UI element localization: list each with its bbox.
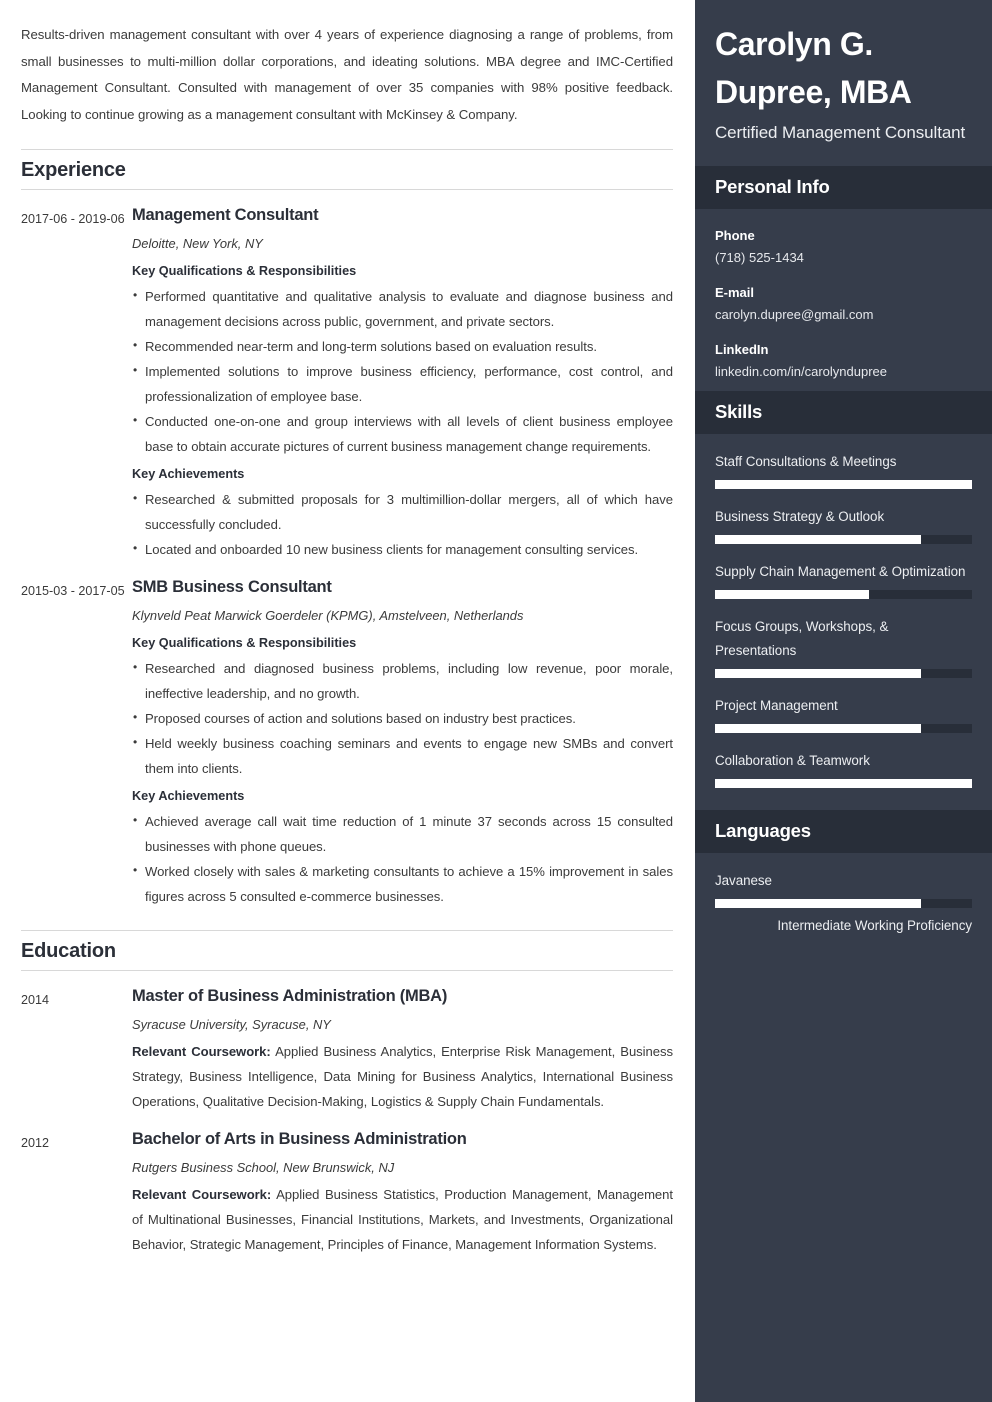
skill-label: Collaboration & Teamwork xyxy=(715,753,870,768)
school-name: Syracuse University, Syracuse, NY xyxy=(132,1017,331,1032)
skill-label: Staff Consultations & Meetings xyxy=(715,454,897,469)
sidebar-heading-skills: Skills xyxy=(695,391,992,434)
coursework-paragraph: Relevant Coursework: Applied Business St… xyxy=(132,1182,673,1257)
personal-info-body: Phone (718) 525-1434 E-mail carolyn.dupr… xyxy=(695,209,992,391)
skill-item: Supply Chain Management & Optimization xyxy=(715,560,972,599)
skill-bar-track xyxy=(715,779,972,788)
info-value-phone[interactable]: (718) 525-1434 xyxy=(715,247,972,269)
skill-label: Project Management xyxy=(715,698,838,713)
degree-title: Master of Business Administration (MBA) xyxy=(132,987,448,1005)
list-item: Held weekly business coaching seminars a… xyxy=(132,730,673,781)
skill-bar-track xyxy=(715,669,972,678)
coursework-label: Relevant Coursework: xyxy=(132,1044,271,1059)
coursework-paragraph: Relevant Coursework: Applied Business An… xyxy=(132,1039,673,1114)
qualifications-list: Performed quantitative and qualitative a… xyxy=(132,283,673,459)
skill-bar-fill xyxy=(715,590,870,599)
info-value-linkedin[interactable]: linkedin.com/in/carolyndupree xyxy=(715,361,972,383)
list-item: Worked closely with sales & marketing co… xyxy=(132,858,673,909)
achievements-list: Researched & submitted proposals for 3 m… xyxy=(132,486,673,562)
skill-bar-track xyxy=(715,590,972,599)
resume-page: Results-driven management consultant wit… xyxy=(0,0,992,1402)
experience-section: Experience 2017-06 - 2019-06 Management … xyxy=(21,149,673,909)
list-item: Performed quantitative and qualitative a… xyxy=(132,283,673,334)
list-item: Proposed courses of action and solutions… xyxy=(132,705,673,731)
degree-title: Bachelor of Arts in Business Administrat… xyxy=(132,1130,467,1148)
entry-body: SMB Business Consultant Klynveld Peat Ma… xyxy=(132,576,673,909)
skill-item: Collaboration & Teamwork xyxy=(715,749,972,788)
sidebar-name-block: Carolyn G. Dupree, MBA Certified Managem… xyxy=(695,0,992,166)
section-heading-education: Education xyxy=(21,930,673,971)
info-label-email: E-mail xyxy=(715,285,755,300)
achievements-heading: Key Achievements xyxy=(132,789,245,803)
skill-item: Focus Groups, Workshops, & Presentations xyxy=(715,615,972,678)
skill-item: Staff Consultations & Meetings xyxy=(715,450,972,489)
job-organization: Deloitte, New York, NY xyxy=(132,236,263,251)
entry-date: 2012 xyxy=(21,1136,50,1150)
skills-body: Staff Consultations & Meetings Business … xyxy=(695,434,992,810)
skill-bar-track xyxy=(715,535,972,544)
professional-summary: Results-driven management consultant wit… xyxy=(21,27,673,122)
skill-item: Project Management xyxy=(715,694,972,733)
achievements-list: Achieved average call wait time reductio… xyxy=(132,808,673,909)
qualifications-heading: Key Qualifications & Responsibilities xyxy=(132,264,357,278)
info-label-phone: Phone xyxy=(715,228,755,243)
skill-bar-fill xyxy=(715,480,972,489)
list-item: Researched & submitted proposals for 3 m… xyxy=(132,486,673,537)
language-item: Javanese Intermediate Working Proficienc… xyxy=(715,869,972,938)
list-item: Conducted one-on-one and group interview… xyxy=(132,408,673,459)
language-bar-track xyxy=(715,899,972,908)
qualifications-heading: Key Qualifications & Responsibilities xyxy=(132,636,357,650)
entry-body: Bachelor of Arts in Business Administrat… xyxy=(132,1128,673,1257)
education-entry: 2012 Bachelor of Arts in Business Admini… xyxy=(21,1128,673,1257)
section-heading-experience: Experience xyxy=(21,149,673,190)
skill-bar-fill xyxy=(715,535,921,544)
list-item: Achieved average call wait time reductio… xyxy=(132,808,673,859)
experience-entry: 2017-06 - 2019-06 Management Consultant … xyxy=(21,204,673,562)
skill-bar-fill xyxy=(715,779,972,788)
languages-body: Javanese Intermediate Working Proficienc… xyxy=(695,853,992,948)
entry-date: 2017-06 - 2019-06 xyxy=(21,212,125,226)
sidebar-heading-personal-info: Personal Info xyxy=(695,166,992,209)
main-column: Results-driven management consultant wit… xyxy=(0,0,695,1402)
skill-item: Business Strategy & Outlook xyxy=(715,505,972,544)
sidebar: Carolyn G. Dupree, MBA Certified Managem… xyxy=(695,0,992,1402)
education-section: Education 2014 Master of Business Admini… xyxy=(21,930,673,1257)
job-organization: Klynveld Peat Marwick Goerdeler (KPMG), … xyxy=(132,608,524,623)
job-title: SMB Business Consultant xyxy=(132,578,332,596)
skill-bar-track xyxy=(715,480,972,489)
skill-bar-fill xyxy=(715,724,921,733)
list-item: Researched and diagnosed business proble… xyxy=(132,655,673,706)
skill-label: Supply Chain Management & Optimization xyxy=(715,564,966,579)
experience-entry: 2015-03 - 2017-05 SMB Business Consultan… xyxy=(21,576,673,909)
language-proficiency: Intermediate Working Proficiency xyxy=(777,918,972,933)
entry-date: 2014 xyxy=(21,993,50,1007)
coursework-label: Relevant Coursework: xyxy=(132,1187,272,1202)
skill-label: Business Strategy & Outlook xyxy=(715,509,885,524)
candidate-name: Carolyn G. Dupree, MBA xyxy=(715,26,912,110)
school-name: Rutgers Business School, New Brunswick, … xyxy=(132,1160,395,1175)
list-item: Implemented solutions to improve busines… xyxy=(132,358,673,409)
skill-bar-track xyxy=(715,724,972,733)
achievements-heading: Key Achievements xyxy=(132,467,245,481)
sidebar-heading-languages: Languages xyxy=(695,810,992,853)
skill-bar-fill xyxy=(715,669,921,678)
language-bar-fill xyxy=(715,899,921,908)
list-item: Recommended near-term and long-term solu… xyxy=(132,333,673,359)
qualifications-list: Researched and diagnosed business proble… xyxy=(132,655,673,781)
info-label-linkedin: LinkedIn xyxy=(715,342,769,357)
info-value-email[interactable]: carolyn.dupree@gmail.com xyxy=(715,304,972,326)
entry-body: Management Consultant Deloitte, New York… xyxy=(132,204,673,562)
entry-body: Master of Business Administration (MBA) … xyxy=(132,985,673,1114)
entry-date: 2015-03 - 2017-05 xyxy=(21,584,125,598)
education-entry: 2014 Master of Business Administration (… xyxy=(21,985,673,1114)
candidate-role: Certified Management Consultant xyxy=(715,123,966,142)
job-title: Management Consultant xyxy=(132,206,319,224)
skill-label: Focus Groups, Workshops, & Presentations xyxy=(715,619,889,658)
language-label: Javanese xyxy=(715,873,772,888)
list-item: Located and onboarded 10 new business cl… xyxy=(132,536,673,562)
